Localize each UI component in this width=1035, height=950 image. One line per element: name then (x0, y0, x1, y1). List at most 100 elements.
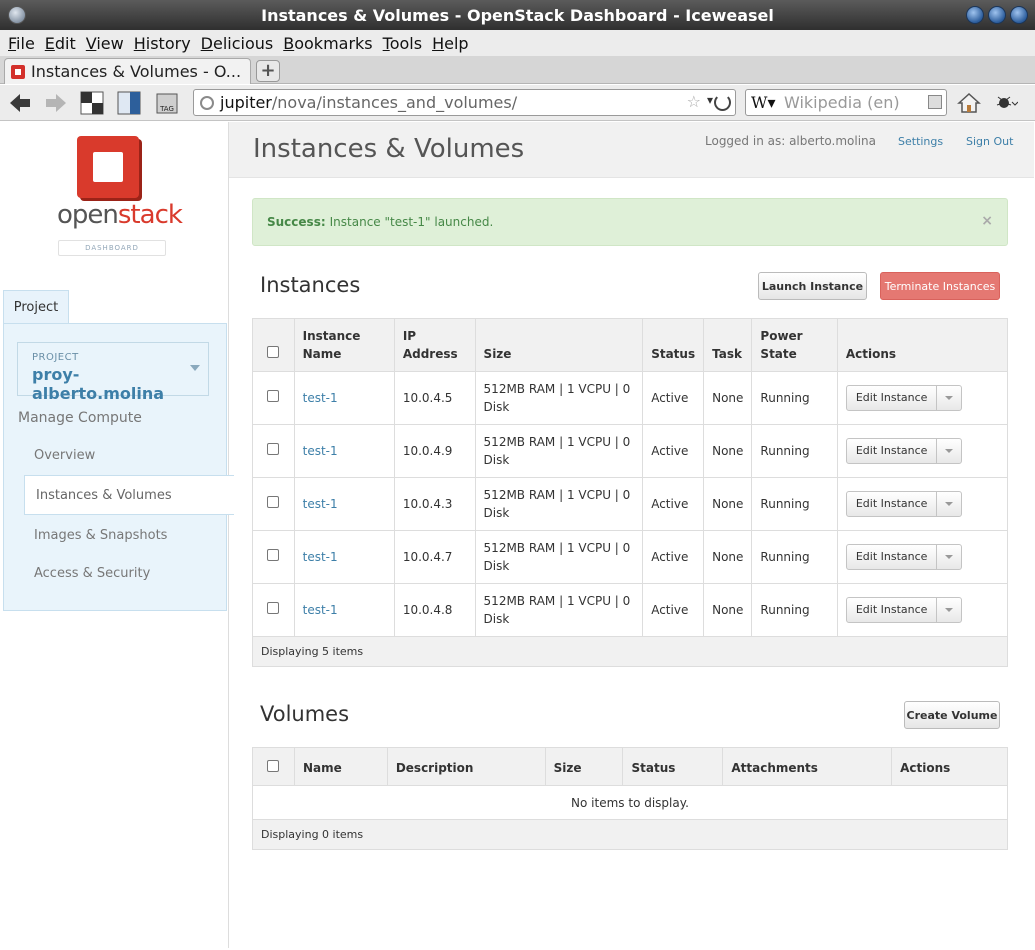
address-bar[interactable]: jupiter/nova/instances_and_volumes/ ☆ ▾ (193, 89, 736, 116)
menu-history[interactable]: History (134, 34, 191, 53)
instance-size: 512MB RAM | 1 VCPU | 0 Disk (474, 477, 643, 531)
bookmark-checker-icon[interactable] (80, 91, 104, 115)
instances-count: Displaying 5 items (252, 636, 1008, 667)
row-checkbox[interactable] (267, 496, 280, 508)
edit-instance-split-button: Edit Instance (845, 544, 963, 570)
sidebar-item-images-snapshots[interactable]: Images & Snapshots (34, 528, 167, 543)
create-volume-button[interactable]: Create Volume (904, 701, 1000, 729)
actions-dropdown-toggle[interactable] (937, 492, 961, 516)
settings-link[interactable]: Settings (898, 135, 943, 148)
instance-name-link[interactable]: test-1 (303, 550, 338, 564)
empty-message: No items to display. (252, 785, 1008, 820)
column-header[interactable]: Task (703, 318, 752, 372)
edit-instance-button[interactable]: Edit Instance (847, 492, 938, 516)
column-header[interactable]: Attachments (722, 747, 892, 786)
row-checkbox[interactable] (267, 602, 280, 614)
addon-bug-icon[interactable] (994, 91, 1018, 115)
sign-out-link[interactable]: Sign Out (966, 135, 1013, 148)
new-tab-plus-icon[interactable]: + (256, 60, 280, 82)
actions-dropdown-toggle[interactable] (937, 598, 961, 622)
search-magnifier-icon[interactable] (928, 95, 942, 109)
search-placeholder: Wikipedia (en) (784, 93, 900, 112)
column-header[interactable]: Size (544, 747, 623, 786)
ip-address: 10.0.4.3 (393, 477, 476, 531)
edit-instance-button[interactable]: Edit Instance (847, 598, 938, 622)
save-page-icon[interactable] (117, 91, 141, 115)
project-switcher[interactable]: PROJECT proy-alberto.molina (17, 342, 209, 403)
actions-dropdown-toggle[interactable] (937, 545, 961, 569)
browser-tab-label: Instances & Volumes - O... (31, 62, 242, 81)
logged-in-user: Logged in as: alberto.molina (705, 134, 877, 148)
site-identity-globe-icon[interactable] (200, 96, 214, 110)
instance-task: None (703, 583, 752, 637)
success-alert: Success: Instance "test-1" launched. × (252, 198, 1008, 246)
instance-name-link[interactable]: test-1 (303, 391, 338, 405)
wikipedia-engine-icon[interactable]: W▾ (751, 93, 775, 112)
instance-name-link[interactable]: test-1 (303, 497, 338, 511)
menu-file[interactable]: File (8, 34, 35, 53)
main-content: Instances & Volumes Logged in as: albert… (229, 122, 1034, 948)
edit-instance-button[interactable]: Edit Instance (847, 439, 938, 463)
instance-size: 512MB RAM | 1 VCPU | 0 Disk (474, 424, 643, 478)
column-header[interactable]: Status (642, 318, 704, 372)
row-checkbox[interactable] (267, 390, 280, 402)
tab-project[interactable]: Project (3, 290, 69, 324)
sidebar-item-access-security[interactable]: Access & Security (34, 566, 150, 581)
menu-edit[interactable]: Edit (45, 34, 76, 53)
reload-icon[interactable] (714, 94, 731, 111)
actions-dropdown-toggle[interactable] (937, 439, 961, 463)
openstack-cube-icon (77, 136, 139, 198)
column-header[interactable]: Instance Name (293, 318, 395, 372)
table-row: test-1 10.0.4.8 512MB RAM | 1 VCPU | 0 D… (252, 583, 1008, 637)
instance-name-link[interactable]: test-1 (303, 444, 338, 458)
sidebar-item-instances-volumes[interactable]: Instances & Volumes (24, 475, 234, 515)
navigation-toolbar: TAG jupiter/nova/instances_and_volumes/ … (0, 85, 1035, 121)
url-history-dropdown-icon[interactable]: ▾ (707, 93, 713, 107)
launch-instance-button[interactable]: Launch Instance (758, 272, 867, 300)
sidebar-item-overview[interactable]: Overview (34, 448, 95, 463)
maximize-button[interactable] (988, 6, 1006, 24)
close-window-button[interactable] (1010, 6, 1028, 24)
browser-tab[interactable]: Instances & Volumes - O... (4, 58, 251, 84)
row-checkbox[interactable] (267, 443, 280, 455)
menu-delicious[interactable]: Delicious (201, 34, 274, 53)
menu-help[interactable]: Help (432, 34, 468, 53)
column-header[interactable]: Status (622, 747, 723, 786)
forward-arrow-icon[interactable] (44, 91, 68, 115)
edit-instance-button[interactable]: Edit Instance (847, 386, 938, 410)
instance-size: 512MB RAM | 1 VCPU | 0 Disk (474, 371, 643, 425)
volumes-table: Name Description Size Status Attachments… (252, 747, 1008, 850)
bookmark-star-icon[interactable]: ☆ (687, 92, 701, 111)
select-all-checkbox[interactable] (267, 760, 280, 772)
select-all-cell (252, 747, 295, 786)
terminate-instances-button[interactable]: Terminate Instances (880, 272, 1000, 300)
back-arrow-icon[interactable] (8, 91, 32, 115)
menu-view[interactable]: View (86, 34, 124, 53)
edit-instance-button[interactable]: Edit Instance (847, 545, 938, 569)
column-header[interactable]: Size (474, 318, 643, 372)
column-header[interactable]: Power State (751, 318, 838, 372)
alert-message: Instance "test-1" launched. (329, 215, 494, 229)
search-bar[interactable]: W▾ Wikipedia (en) (745, 89, 947, 116)
table-row: test-1 10.0.4.3 512MB RAM | 1 VCPU | 0 D… (252, 477, 1008, 531)
column-header[interactable]: Description (386, 747, 546, 786)
tag-icon[interactable]: TAG (155, 91, 179, 115)
row-checkbox[interactable] (267, 549, 280, 561)
column-header[interactable]: IP Address (393, 318, 476, 372)
instance-name-link[interactable]: test-1 (303, 603, 338, 617)
minimize-button[interactable] (966, 6, 984, 24)
openstack-logo[interactable]: openstack DASHBOARD (57, 136, 183, 256)
actions-dropdown-toggle[interactable] (937, 386, 961, 410)
table-row: test-1 10.0.4.5 512MB RAM | 1 VCPU | 0 D… (252, 371, 1008, 425)
close-icon[interactable]: × (981, 213, 993, 229)
instance-task: None (703, 371, 752, 425)
instances-table: Instance Name IP Address Size Status Tas… (252, 318, 1008, 667)
window-menu-button[interactable] (8, 6, 26, 24)
project-panel: PROJECT proy-alberto.molina Manage Compu… (3, 323, 234, 611)
menu-tools[interactable]: Tools (383, 34, 422, 53)
home-icon[interactable] (957, 91, 981, 115)
menu-bookmarks[interactable]: Bookmarks (283, 34, 372, 53)
column-header[interactable]: Name (293, 747, 388, 786)
volumes-heading: Volumes (260, 702, 350, 726)
select-all-checkbox[interactable] (267, 346, 280, 358)
